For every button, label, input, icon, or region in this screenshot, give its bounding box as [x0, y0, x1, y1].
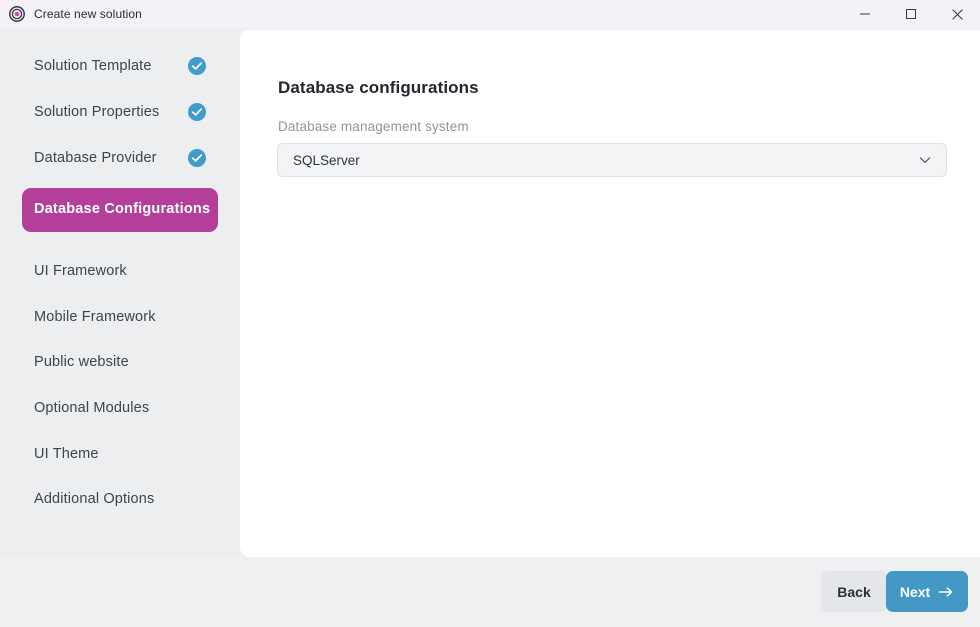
dbms-field-label: Database management system: [278, 119, 469, 134]
check-circle-icon: [188, 103, 206, 121]
sidebar-item-database-configurations[interactable]: Database Configurations: [22, 188, 218, 232]
window-titlebar: Create new solution: [0, 0, 980, 28]
chevron-down-icon[interactable]: [917, 152, 933, 168]
minimize-icon[interactable]: [842, 0, 888, 28]
back-button[interactable]: Back: [821, 571, 887, 612]
sidebar-item-solution-template[interactable]: Solution Template: [22, 56, 218, 76]
sidebar-item-ui-framework[interactable]: UI Framework: [22, 261, 218, 281]
next-button[interactable]: Next: [886, 571, 968, 612]
dbms-selected-value: SQLServer: [278, 153, 360, 168]
wizard-shell: Solution Template Solution Properties Da…: [0, 28, 980, 627]
sidebar-item-label: Mobile Framework: [22, 307, 156, 327]
sidebar-item-database-provider[interactable]: Database Provider: [22, 148, 218, 168]
abp-target-logo-icon: [9, 6, 25, 22]
page-title: Database configurations: [278, 78, 479, 98]
sidebar-item-optional-modules[interactable]: Optional Modules: [22, 398, 218, 418]
maximize-icon[interactable]: [888, 0, 934, 28]
window-controls: [842, 0, 980, 28]
sidebar-item-label: Optional Modules: [22, 398, 149, 418]
sidebar-item-mobile-framework[interactable]: Mobile Framework: [22, 307, 218, 327]
window-title: Create new solution: [34, 7, 142, 21]
sidebar-item-additional-options[interactable]: Additional Options: [22, 489, 218, 509]
sidebar-item-label: Database Provider: [22, 148, 157, 168]
sidebar-item-solution-properties[interactable]: Solution Properties: [22, 102, 218, 122]
sidebar-item-label: Database Configurations: [22, 199, 210, 219]
close-icon[interactable]: [934, 0, 980, 28]
sidebar-item-ui-theme[interactable]: UI Theme: [22, 444, 218, 464]
wizard-footer: Back Next: [0, 557, 980, 627]
next-button-label: Next: [900, 584, 930, 600]
wizard-step-sidebar: Solution Template Solution Properties Da…: [0, 28, 240, 557]
arrow-right-icon: [938, 585, 954, 599]
dbms-select[interactable]: SQLServer: [277, 143, 947, 177]
check-circle-icon: [188, 149, 206, 167]
sidebar-item-label: UI Theme: [22, 444, 99, 464]
sidebar-item-label: Solution Properties: [22, 102, 159, 122]
sidebar-item-label: Solution Template: [22, 56, 152, 76]
sidebar-item-label: UI Framework: [22, 261, 127, 281]
sidebar-item-label: Additional Options: [22, 489, 154, 509]
sidebar-item-public-website[interactable]: Public website: [22, 352, 218, 372]
sidebar-item-label: Public website: [22, 352, 129, 372]
check-circle-icon: [188, 57, 206, 75]
main-content-panel: Database configurations Database managem…: [240, 30, 980, 557]
